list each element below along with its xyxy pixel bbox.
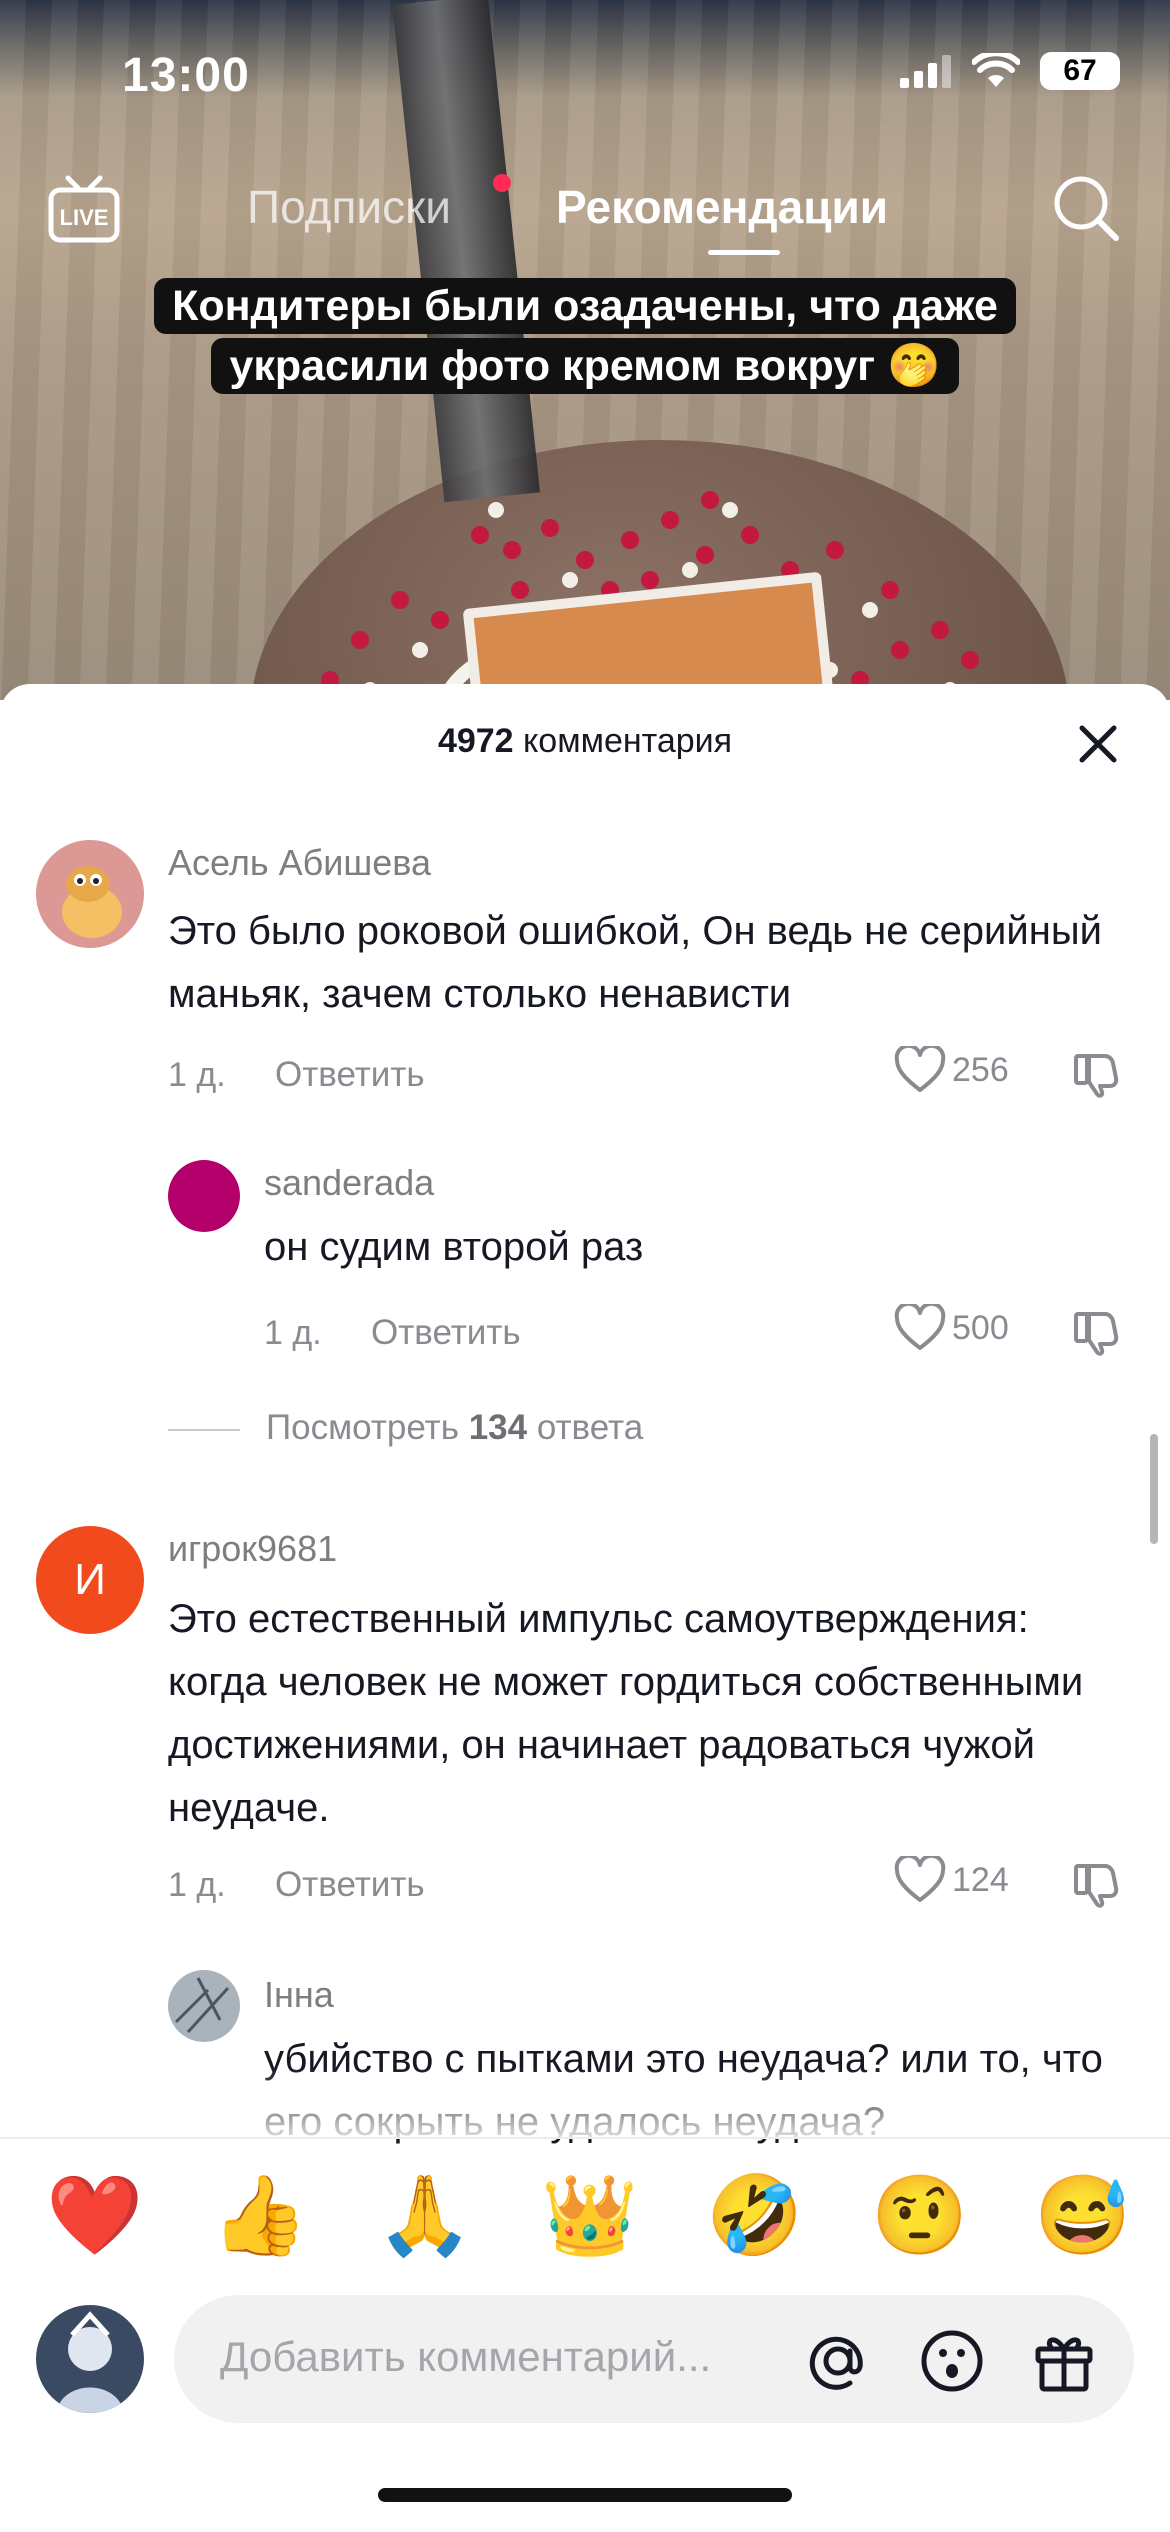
like-button[interactable]: 124 (894, 1856, 1009, 1904)
search-icon[interactable] (1052, 174, 1120, 242)
comment-username[interactable]: игрок9681 (168, 1528, 337, 1570)
heart-icon (894, 1856, 946, 1902)
video-caption: Кондитеры были озадачены, что даже украс… (0, 276, 1170, 396)
status-time: 13:00 (122, 49, 250, 102)
reply-button[interactable]: Ответить (371, 1313, 521, 1353)
avatar-letter: И (74, 1555, 106, 1604)
like-count: 500 (952, 1308, 1009, 1347)
avatar-image (62, 866, 122, 938)
home-indicator[interactable] (378, 2488, 792, 2502)
my-avatar[interactable] (36, 2305, 144, 2413)
comment-username[interactable]: Інна (264, 1974, 334, 2016)
caption-line-2: украсили фото кремом вокруг 🤭 (211, 338, 959, 394)
close-icon[interactable] (1076, 722, 1120, 766)
notification-dot (493, 174, 511, 192)
composer-divider (0, 2137, 1170, 2139)
view-replies-count: 134 (468, 1408, 528, 1447)
emoji-heart[interactable]: ❤️ (46, 2170, 143, 2260)
emoji-thumbs-up[interactable]: 👍 (211, 2170, 308, 2260)
emoji-pray[interactable]: 🙏 (376, 2170, 473, 2260)
comment-time: 1 д. (168, 1866, 226, 1904)
comment-time: 1 д. (168, 1056, 226, 1094)
comment-text: Это было роковой ошибкой, Он ведь не сер… (168, 909, 1102, 1016)
view-replies-button[interactable]: Посмотреть 134 ответа (168, 1408, 643, 1448)
comments-count-label: комментария (523, 722, 733, 760)
reply-button[interactable]: Ответить (275, 1055, 425, 1095)
comment-composer: Добавить комментарий... (0, 2295, 1170, 2425)
emoji-rofl[interactable]: 🤣 (706, 2170, 803, 2260)
avatar-image (36, 2305, 144, 2413)
emoji-sweat-smile[interactable]: 😅 (1034, 2170, 1131, 2260)
dislike-icon[interactable] (1072, 1860, 1120, 1908)
tab-recommendations[interactable]: Рекомендации (556, 180, 888, 234)
comments-count: 4972 (437, 722, 514, 760)
emoji-picker-icon[interactable] (920, 2329, 984, 2393)
caption-line-1: Кондитеры были озадачены, что даже (154, 278, 1016, 334)
like-count: 256 (952, 1050, 1009, 1089)
view-replies-suffix: ответа (536, 1408, 644, 1447)
divider-line (168, 1428, 240, 1431)
comment-time: 1 д. (264, 1314, 322, 1352)
avatar[interactable] (36, 840, 144, 948)
scrollbar[interactable] (1150, 1434, 1158, 1544)
heart-icon (894, 1304, 946, 1350)
status-bar: 13:00 67 (0, 0, 1170, 150)
list-fade (0, 2068, 1170, 2138)
dislike-icon[interactable] (1072, 1050, 1120, 1098)
comment-input-placeholder: Добавить комментарий... (220, 2333, 712, 2380)
avatar[interactable] (168, 1970, 240, 2042)
emoji-raised-eyebrow[interactable]: 🤨 (871, 2170, 968, 2260)
heart-icon (894, 1046, 946, 1092)
signal-icon (900, 55, 951, 88)
comment-username[interactable]: Асель Абишева (168, 842, 431, 884)
live-label: LIVE (60, 205, 109, 230)
comment-text: он судим второй раз (264, 1225, 644, 1269)
comments-count-header: 4972 комментария (0, 722, 1170, 761)
active-tab-indicator (708, 250, 780, 255)
mention-icon[interactable] (806, 2329, 870, 2393)
live-tv-icon[interactable]: LIVE (46, 170, 122, 246)
like-button[interactable]: 256 (894, 1046, 1009, 1094)
tab-subscriptions[interactable]: Подписки (247, 180, 451, 234)
avatar[interactable]: И (36, 1526, 144, 1634)
gift-icon[interactable] (1032, 2329, 1096, 2393)
like-button[interactable]: 500 (894, 1304, 1009, 1352)
quick-emoji-bar: ❤️ 👍 🙏 👑 🤣 🤨 😅 (0, 2170, 1170, 2260)
status-icons: 67 (900, 52, 1120, 90)
avatar-image (174, 1977, 230, 2034)
dislike-icon[interactable] (1072, 1308, 1120, 1356)
emoji-crown[interactable]: 👑 (541, 2170, 638, 2260)
wifi-icon (972, 53, 1020, 87)
top-navigation: LIVE Подписки Рекомендации (0, 170, 1170, 270)
comment-input[interactable]: Добавить комментарий... (174, 2295, 1134, 2423)
comment-username[interactable]: sanderada (264, 1162, 434, 1204)
battery-indicator: 67 (1040, 52, 1120, 90)
avatar[interactable] (168, 1160, 240, 1232)
comment-text: Это естественный импульс самоутверждения… (168, 1597, 1084, 1830)
reply-button[interactable]: Ответить (275, 1865, 425, 1905)
like-count: 124 (952, 1860, 1009, 1899)
view-replies-prefix: Посмотреть (266, 1408, 459, 1447)
